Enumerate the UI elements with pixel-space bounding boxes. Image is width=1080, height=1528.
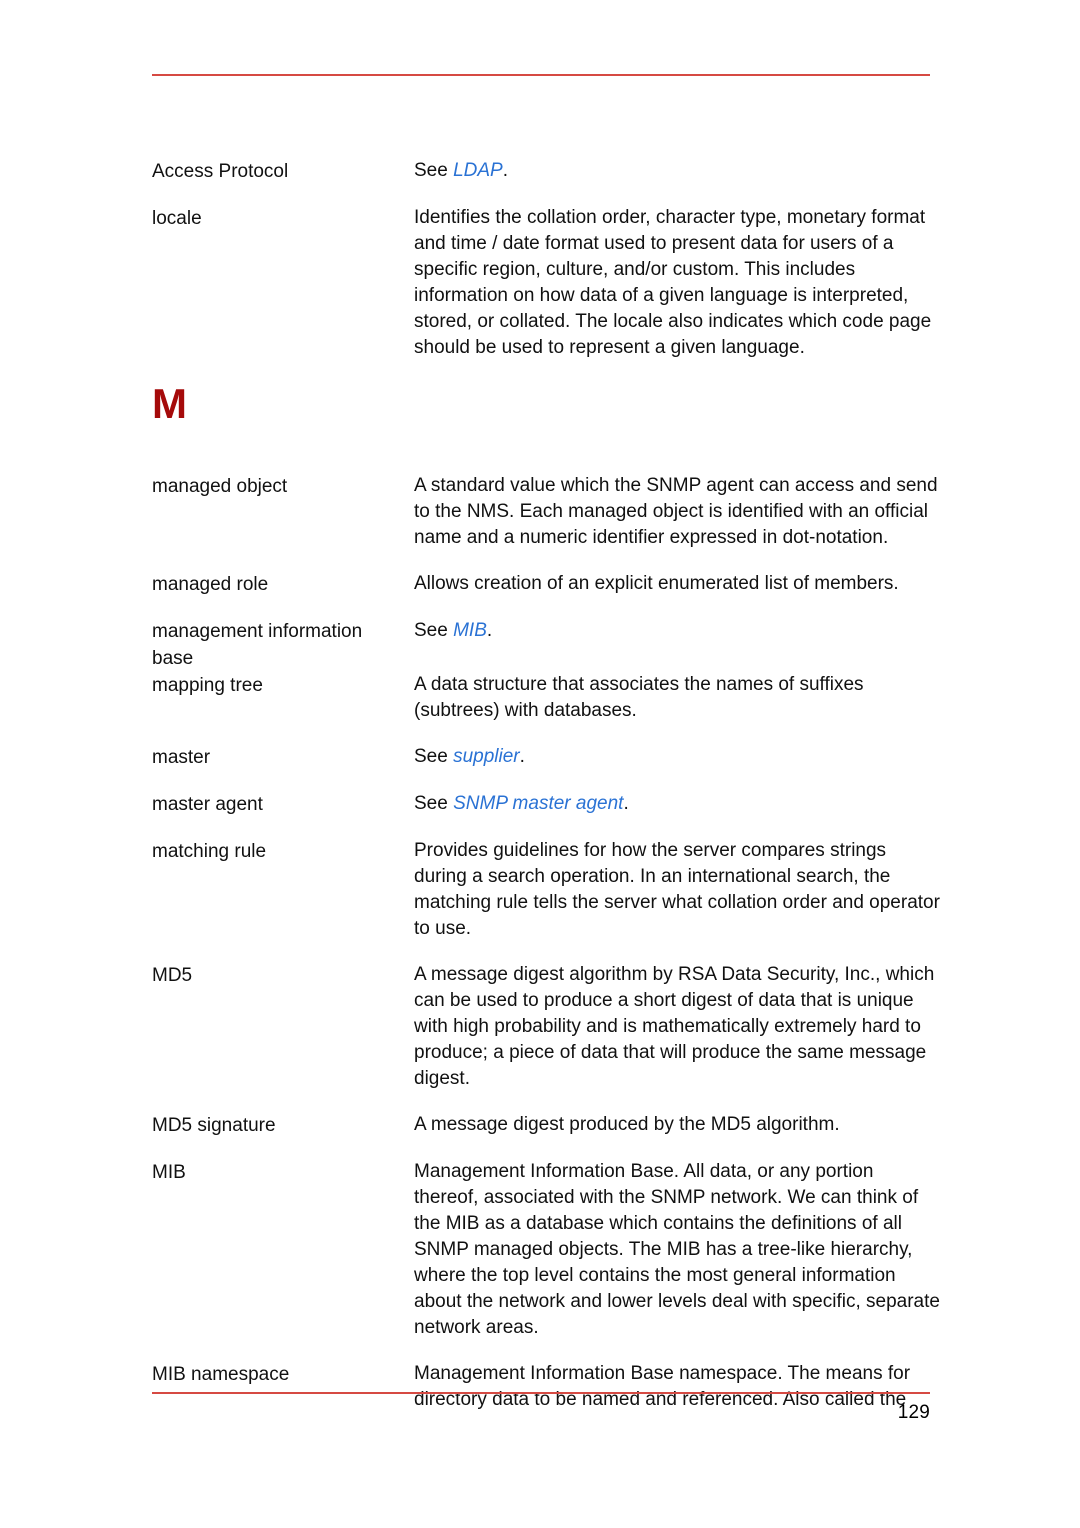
page-number: 129 xyxy=(897,1402,930,1423)
glossary-definition: See LDAP. xyxy=(414,158,942,184)
glossary-term: master agent xyxy=(152,794,263,815)
letter-section-block: M xyxy=(152,381,942,427)
glossary-definition: Management Information Base. All data, o… xyxy=(414,1161,940,1338)
glossary-entry: MIB namespace Management Information Bas… xyxy=(152,1361,942,1413)
glossary-definition: Identifies the collation order, characte… xyxy=(414,207,932,358)
glossary-definition: Management Information Base namespace. T… xyxy=(414,1363,911,1410)
glossary-entry: MD5 signature A message digest produced … xyxy=(152,1112,942,1139)
see-suffix: . xyxy=(519,746,525,767)
glossary-definition: A data structure that associates the nam… xyxy=(414,674,864,721)
glossary-term: mapping tree xyxy=(152,675,263,696)
see-suffix: . xyxy=(486,620,493,641)
glossary-definition: Provides guidelines for how the server c… xyxy=(414,840,940,939)
glossary-entry: master See supplier. xyxy=(152,744,942,771)
glossary-term: MD5 xyxy=(152,965,193,986)
glossary-content: Access Protocol See LDAP. locale Identif… xyxy=(152,158,942,1433)
cross-reference-link[interactable]: SNMP master agent xyxy=(453,793,623,814)
glossary-term: managed role xyxy=(152,574,269,595)
glossary-entry: master agent See SNMP master agent. xyxy=(152,791,942,818)
footer-rule xyxy=(152,1392,930,1394)
cross-reference-link[interactable]: MIB xyxy=(453,620,487,641)
glossary-term: MIB xyxy=(152,1162,186,1183)
glossary-term: managed object xyxy=(152,476,288,497)
header-rule xyxy=(152,74,930,76)
glossary-entry: management information base See MIB. xyxy=(152,618,942,672)
glossary-term: MIB namespace xyxy=(152,1364,290,1385)
glossary-entry: managed role Allows creation of an expli… xyxy=(152,571,942,598)
glossary-entry: Access Protocol See LDAP. xyxy=(152,158,942,185)
glossary-entry: locale Identifies the collation order, c… xyxy=(152,205,942,361)
glossary-page: Access Protocol See LDAP. locale Identif… xyxy=(0,0,1080,1528)
see-suffix: . xyxy=(623,793,629,814)
glossary-entry: MIB Management Information Base. All dat… xyxy=(152,1159,942,1341)
glossary-term: management information base xyxy=(152,621,363,669)
glossary-definition: A message digest algorithm by RSA Data S… xyxy=(414,964,935,1089)
glossary-term: Access Protocol xyxy=(152,161,289,182)
glossary-definition: A standard value which the SNMP agent ca… xyxy=(414,475,938,548)
glossary-term: master xyxy=(152,747,211,768)
glossary-definition: See supplier. xyxy=(414,744,942,770)
glossary-definition: See MIB. xyxy=(414,618,942,644)
glossary-entry: mapping tree A data structure that assoc… xyxy=(152,672,942,724)
see-prefix: See xyxy=(414,620,454,641)
glossary-definition: Allows creation of an explicit enumerate… xyxy=(414,573,899,594)
cross-reference-link[interactable]: LDAP xyxy=(453,160,503,181)
glossary-definition: See SNMP master agent. xyxy=(414,791,942,817)
glossary-term: locale xyxy=(152,208,202,229)
see-prefix: See xyxy=(414,160,454,181)
glossary-entry: managed object A standard value which th… xyxy=(152,473,942,551)
glossary-definition: A message digest produced by the MD5 alg… xyxy=(414,1114,840,1135)
see-prefix: See xyxy=(414,793,454,814)
see-suffix: . xyxy=(502,160,509,181)
glossary-term: matching rule xyxy=(152,841,267,862)
letter-section-heading: M xyxy=(152,380,187,427)
glossary-entry: matching rule Provides guidelines for ho… xyxy=(152,838,942,942)
see-prefix: See xyxy=(414,746,454,767)
cross-reference-link[interactable]: supplier xyxy=(453,746,520,767)
glossary-term: MD5 signature xyxy=(152,1115,276,1136)
glossary-entry: MD5 A message digest algorithm by RSA Da… xyxy=(152,962,942,1092)
